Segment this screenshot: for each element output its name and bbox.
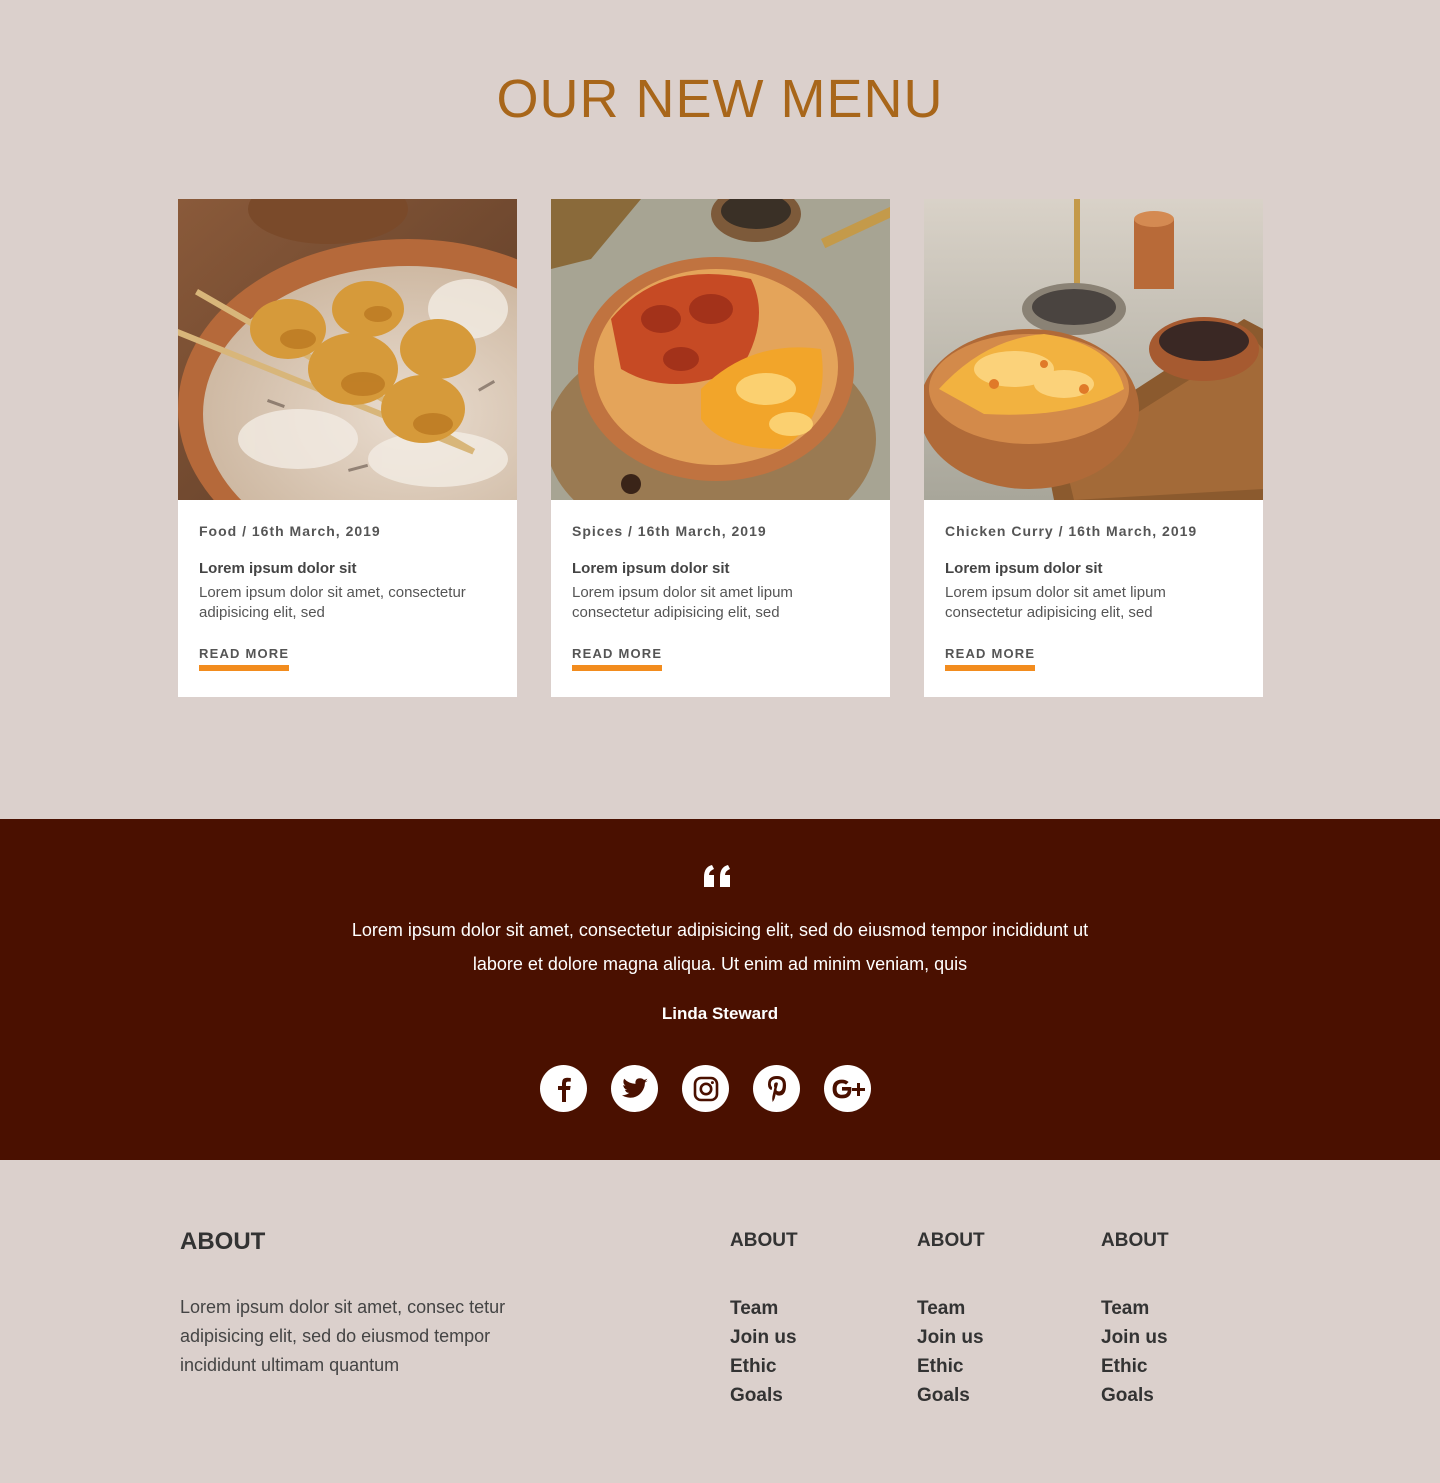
footer-link-team[interactable]: Team xyxy=(917,1294,1077,1323)
footer-link-ethic[interactable]: Ethic xyxy=(1101,1352,1261,1381)
footer-column: ABOUT Team Join us Ethic Goals xyxy=(1101,1228,1261,1410)
curry-rice-pan-photo[interactable] xyxy=(551,199,890,500)
testimonial-section: Lorem ipsum dolor sit amet, consectetur … xyxy=(0,819,1440,1160)
menu-section: OUR NEW MENU Food / 16th March, 2019 Lor… xyxy=(0,0,1440,819)
menu-card: Spices / 16th March, 2019 Lorem ipsum do… xyxy=(551,199,890,697)
footer-column-title: ABOUT xyxy=(730,1230,798,1251)
footer-about-text: Lorem ipsum dolor sit amet, consec tetur… xyxy=(180,1297,506,1375)
facebook-icon[interactable] xyxy=(540,1065,587,1112)
footer-link-team[interactable]: Team xyxy=(730,1294,890,1323)
read-more-link[interactable]: READ MORE xyxy=(572,646,663,671)
card-heading: Lorem ipsum dolor sit xyxy=(572,560,730,577)
footer-link-goals[interactable]: Goals xyxy=(917,1381,1077,1410)
footer-link-join-us[interactable]: Join us xyxy=(730,1323,890,1352)
google-plus-icon[interactable] xyxy=(824,1065,871,1112)
footer-column: ABOUT Team Join us Ethic Goals xyxy=(917,1228,1077,1410)
testimonial-author: Linda Steward xyxy=(661,1004,779,1023)
menu-cards: Food / 16th March, 2019 Lorem ipsum dolo… xyxy=(178,199,1263,697)
footer-link-goals[interactable]: Goals xyxy=(730,1381,890,1410)
footer-link-list: Team Join us Ethic Goals xyxy=(730,1294,890,1410)
footer-link-goals[interactable]: Goals xyxy=(1101,1381,1261,1410)
footer-about-title: ABOUT xyxy=(180,1228,266,1255)
card-meta: Spices / 16th March, 2019 xyxy=(572,523,767,539)
footer-column-title: ABOUT xyxy=(917,1230,985,1251)
pinterest-icon[interactable] xyxy=(753,1065,800,1112)
footer-link-join-us[interactable]: Join us xyxy=(917,1323,1077,1352)
footer-column-title: ABOUT xyxy=(1101,1230,1169,1251)
card-text: Lorem ipsum dolor sit amet, consectetur … xyxy=(199,584,466,621)
testimonial-quote: Lorem ipsum dolor sit amet, consectetur … xyxy=(351,920,1089,974)
footer-link-ethic[interactable]: Ethic xyxy=(917,1352,1077,1381)
rice-bowl-copper-pots-photo[interactable] xyxy=(924,199,1263,500)
twitter-icon[interactable] xyxy=(611,1065,658,1112)
menu-card: Chicken Curry / 16th March, 2019 Lorem i… xyxy=(924,199,1263,697)
card-heading: Lorem ipsum dolor sit xyxy=(199,560,357,577)
card-meta: Food / 16th March, 2019 xyxy=(199,523,381,539)
read-more-link[interactable]: READ MORE xyxy=(945,646,1036,671)
footer-link-team[interactable]: Team xyxy=(1101,1294,1261,1323)
footer-link-join-us[interactable]: Join us xyxy=(1101,1323,1261,1352)
card-text: Lorem ipsum dolor sit amet lipum consect… xyxy=(945,584,1166,621)
chicken-skewers-rice-photo[interactable] xyxy=(178,199,517,500)
footer-column: ABOUT Team Join us Ethic Goals xyxy=(730,1228,890,1410)
read-more-link[interactable]: READ MORE xyxy=(199,646,290,671)
footer-link-list: Team Join us Ethic Goals xyxy=(917,1294,1077,1410)
card-text: Lorem ipsum dolor sit amet lipum consect… xyxy=(572,584,793,621)
footer: ABOUT Lorem ipsum dolor sit amet, consec… xyxy=(0,1160,1440,1483)
quote-icon xyxy=(700,863,740,891)
menu-title: OUR NEW MENU xyxy=(496,69,944,129)
footer-link-ethic[interactable]: Ethic xyxy=(730,1352,890,1381)
instagram-icon[interactable] xyxy=(682,1065,729,1112)
menu-card: Food / 16th March, 2019 Lorem ipsum dolo… xyxy=(178,199,517,697)
card-meta: Chicken Curry / 16th March, 2019 xyxy=(945,523,1198,539)
card-heading: Lorem ipsum dolor sit xyxy=(945,560,1103,577)
footer-link-list: Team Join us Ethic Goals xyxy=(1101,1294,1261,1410)
